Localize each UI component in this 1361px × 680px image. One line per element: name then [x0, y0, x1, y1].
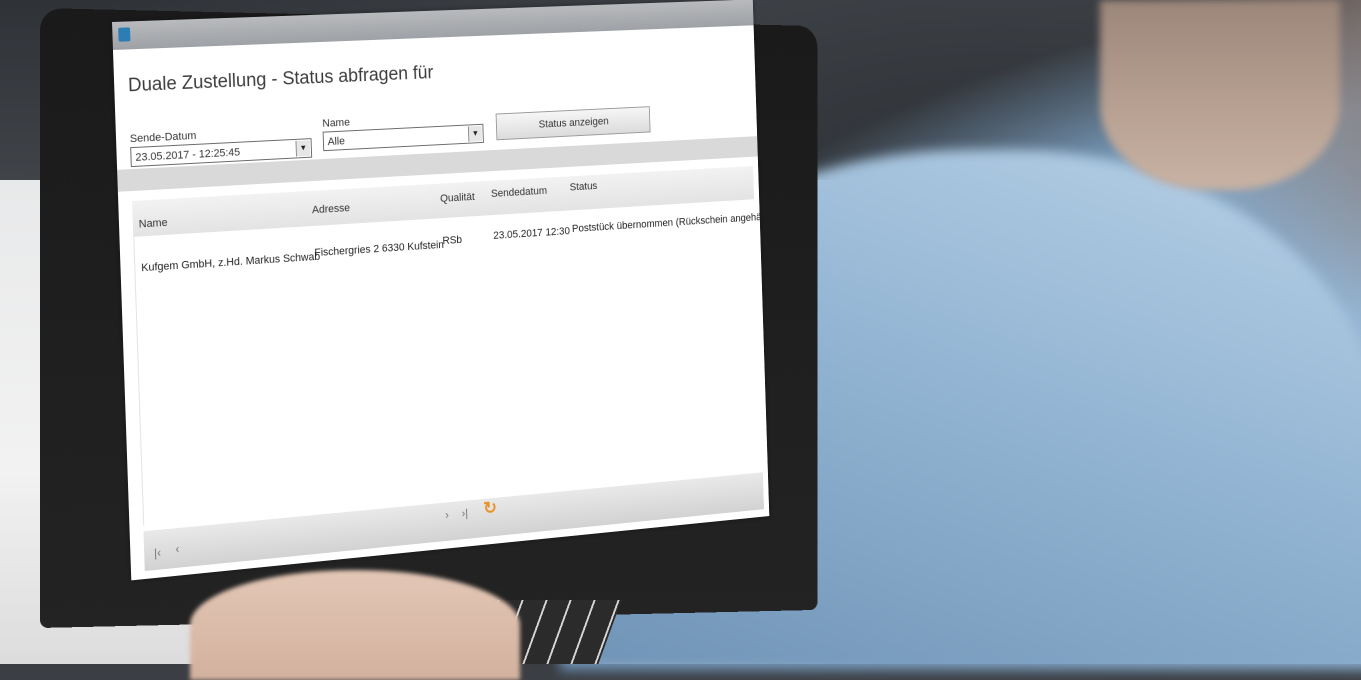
- cell-name: Kufgem GmbH, z.Hd. Markus Schwab: [141, 250, 321, 275]
- table-body: Kufgem GmbH, z.Hd. Markus Schwab Fischer…: [133, 199, 769, 526]
- next-page-button[interactable]: ›: [445, 508, 449, 522]
- column-quality[interactable]: Qualität: [440, 191, 475, 205]
- cell-address: Fischergries 2 6330 Kufstein: [314, 239, 445, 260]
- first-page-button[interactable]: |‹: [154, 546, 161, 561]
- last-page-button[interactable]: ›|: [461, 506, 468, 520]
- chevron-down-icon[interactable]: ▼: [467, 125, 483, 142]
- column-send-date[interactable]: Sendedatum: [491, 185, 547, 200]
- cell-send-date: 23.05.2017 12:30: [493, 225, 571, 242]
- status-show-button[interactable]: Status anzeigen: [495, 106, 651, 141]
- name-label: Name: [322, 116, 351, 130]
- prev-page-button[interactable]: ‹: [175, 542, 179, 556]
- loading-spinner-icon: ↻: [482, 497, 498, 519]
- column-status[interactable]: Status: [570, 180, 598, 193]
- person-head: [1100, 0, 1340, 190]
- chevron-down-icon[interactable]: ▼: [295, 140, 311, 157]
- cell-status: Poststück übernommen (Rückschein angehän…: [571, 210, 770, 235]
- app-logo-icon: [118, 27, 131, 42]
- application-window: Duale Zustellung - Status abfragen für S…: [112, 0, 770, 581]
- column-address[interactable]: Adresse: [312, 202, 350, 216]
- column-name[interactable]: Name: [139, 217, 168, 231]
- page-title: Duale Zustellung - Status abfragen für: [127, 62, 434, 97]
- send-date-value: 23.05.2017 - 12:25:45: [135, 146, 241, 164]
- cell-quality: RSb: [442, 234, 463, 247]
- send-date-label: Sende-Datum: [129, 130, 197, 146]
- name-value: Alle: [327, 135, 346, 149]
